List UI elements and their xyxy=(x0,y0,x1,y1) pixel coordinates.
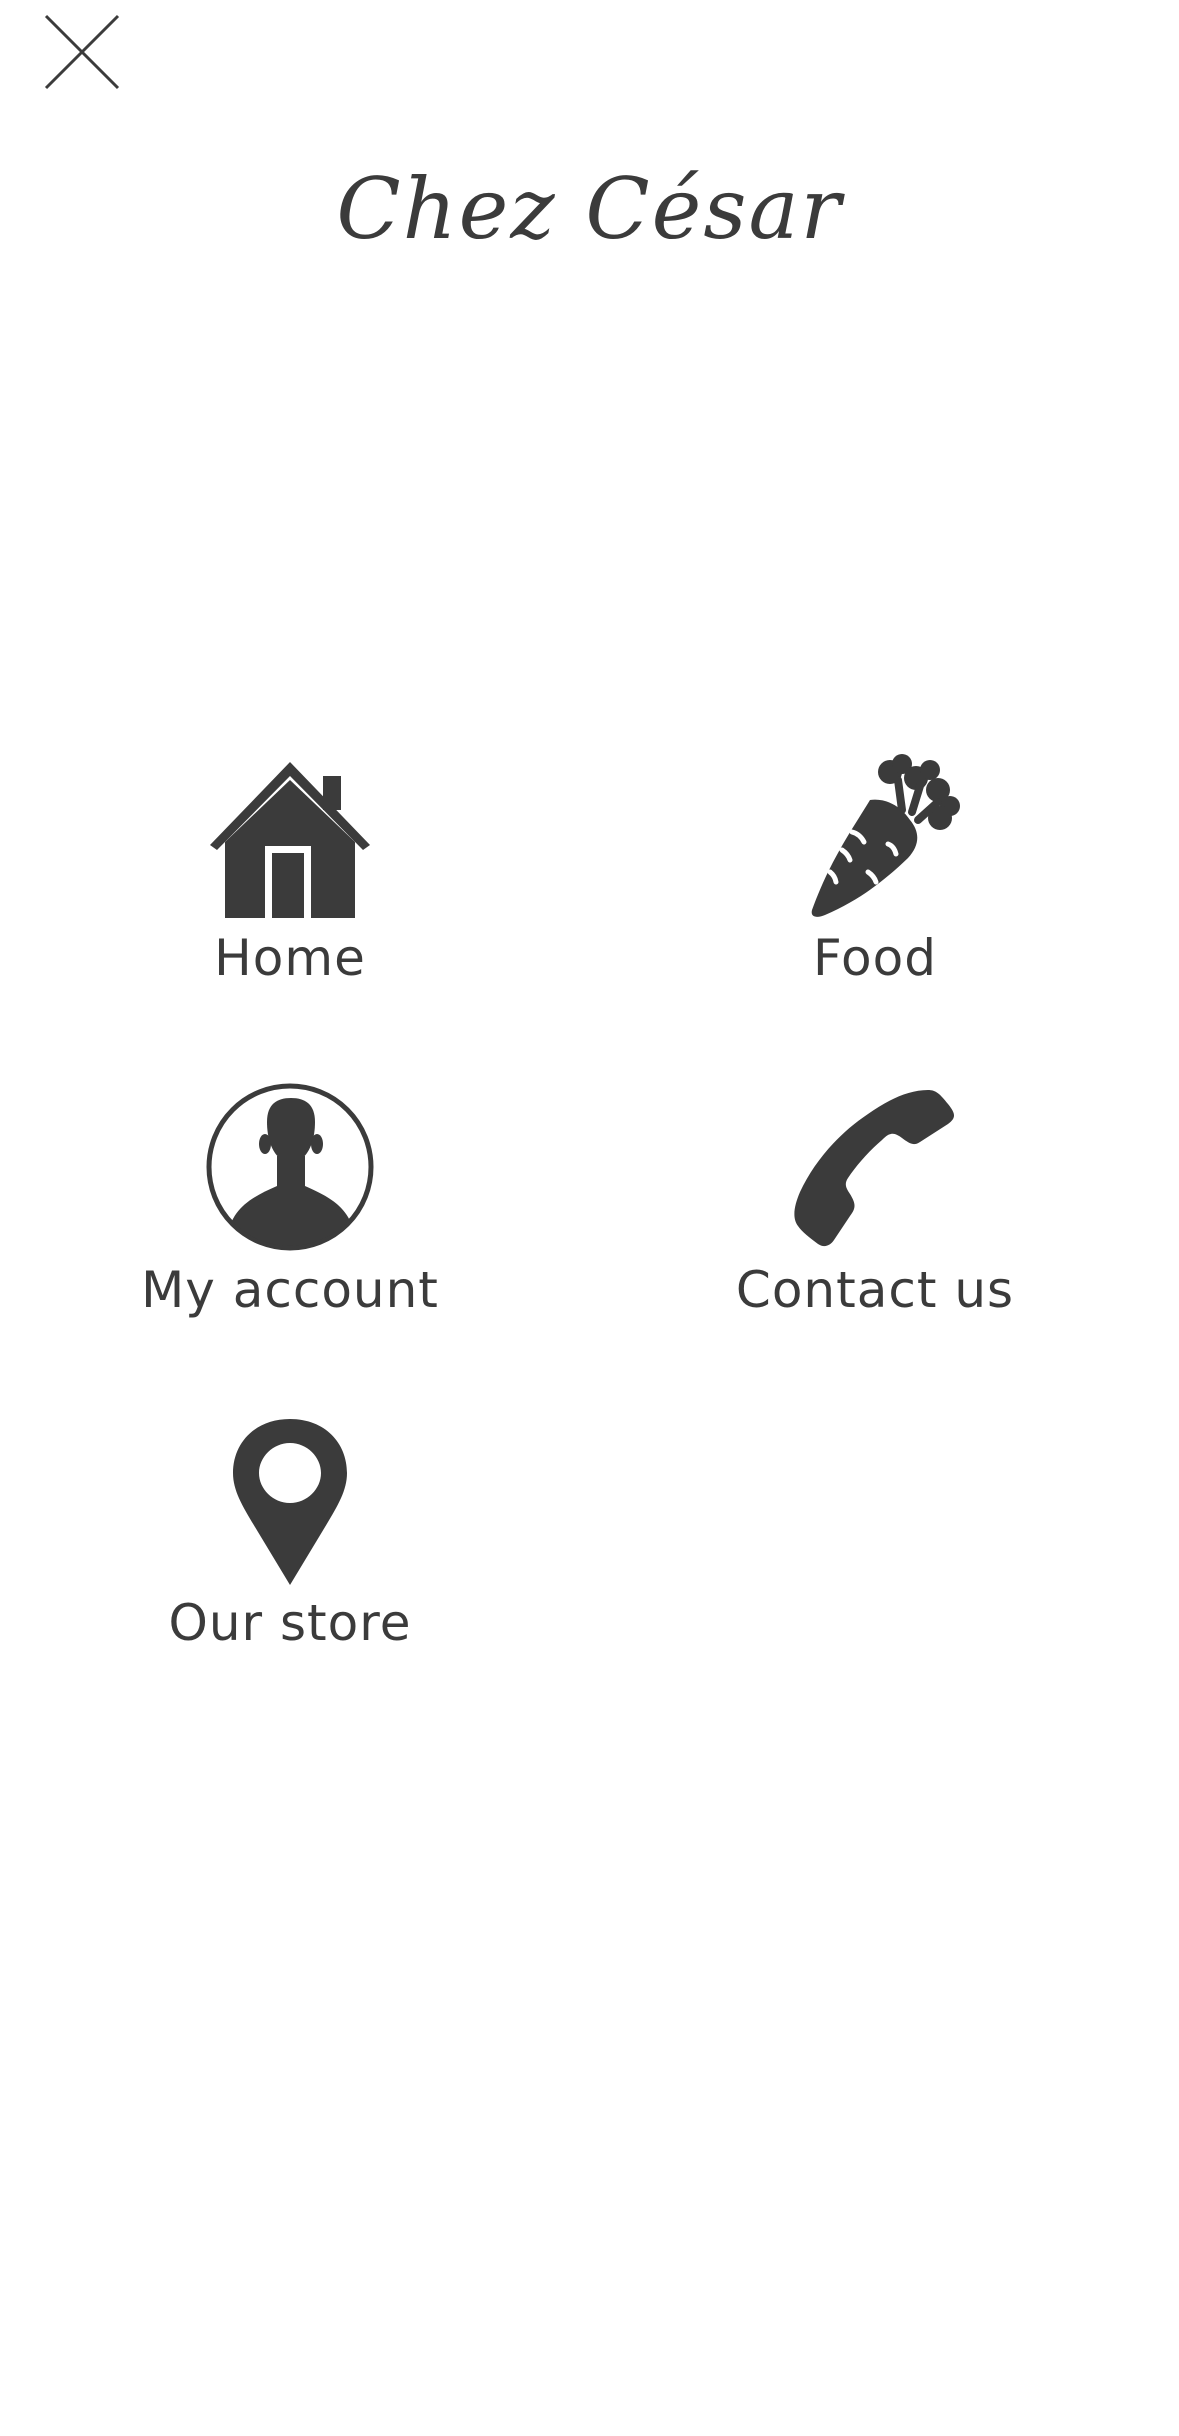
menu-item-label: Home xyxy=(214,929,366,987)
menu-item-contact-us[interactable]: Contact us xyxy=(665,1072,1085,1372)
menu-item-label: Our store xyxy=(168,1594,412,1652)
menu-item-label: Contact us xyxy=(735,1261,1015,1319)
close-button[interactable] xyxy=(42,12,122,92)
user-circle-icon xyxy=(206,1083,374,1251)
menu-item-home[interactable]: Home xyxy=(80,740,500,1040)
menu-item-food[interactable]: Food xyxy=(665,740,1085,1040)
house-icon xyxy=(210,762,370,918)
menu-item-our-store[interactable]: Our store xyxy=(80,1405,500,1705)
carrot-icon xyxy=(811,754,960,917)
phone-icon xyxy=(794,1090,954,1247)
menu-item-my-account[interactable]: My account xyxy=(80,1072,500,1372)
menu-item-label: Food xyxy=(813,929,937,987)
brand-title: Chez César xyxy=(336,160,843,258)
close-icon xyxy=(44,14,120,90)
menu-item-label: My account xyxy=(141,1261,439,1319)
location-pin-icon xyxy=(233,1419,347,1585)
